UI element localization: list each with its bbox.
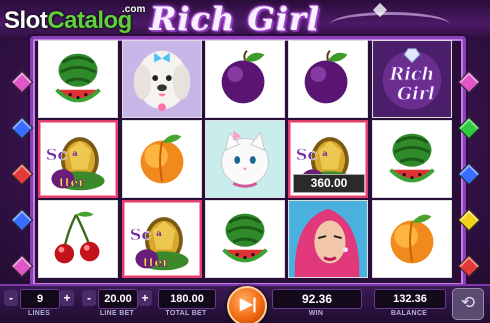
slot-game: SlotCatalog .com Rich Girl Sc a tter Sc …: [0, 0, 490, 323]
total-bet-label: TOTAL BET: [165, 310, 207, 317]
line-bet-panel: - 20.00 + LINE BET: [82, 289, 152, 323]
balance-panel: 132.36 BALANCE: [374, 289, 446, 323]
header: SlotCatalog .com Rich Girl: [0, 0, 490, 40]
svg-text:tter: tter: [143, 255, 169, 270]
line-bet-decrease-button[interactable]: -: [82, 290, 96, 306]
line-bet-value: 20.00: [98, 289, 138, 309]
symbol-cell: [38, 200, 118, 278]
logo-suffix: .com: [122, 4, 146, 15]
reel-1: Sc a tter: [38, 40, 118, 278]
game-title: Rich Girl: [150, 0, 321, 38]
symbol-cell: [372, 200, 452, 278]
line-bet-label: LINE BET: [99, 310, 135, 317]
rich-girl-logo-symbol: Rich Girl: [373, 41, 451, 117]
balance-value: 132.36: [374, 289, 446, 309]
play-skip-icon: ▶|: [240, 296, 257, 313]
peach-symbol: [140, 134, 184, 184]
lines-panel: - 9 + LINES: [4, 289, 74, 323]
plum-symbol: [221, 50, 265, 104]
total-bet-value: 180.00: [158, 289, 216, 309]
peach-symbol: [390, 214, 434, 264]
watermelon-symbol: [55, 53, 101, 103]
balance-label: BALANCE: [390, 310, 428, 317]
lines-value: 9: [20, 289, 60, 309]
rich-girl-symbol: [289, 201, 367, 277]
symbol-cell: [288, 40, 368, 118]
plum-symbol: [304, 50, 348, 104]
lines-label: LINES: [27, 310, 51, 317]
symbol-cell: [205, 200, 285, 278]
total-bet-panel: 180.00 TOTAL BET: [158, 289, 216, 323]
symbol-cell: [122, 40, 202, 118]
symbol-cell: [372, 120, 452, 198]
logo-highlight: Catalog: [47, 7, 132, 34]
reels: Sc a tter Sc a tter Sc a 360.00 Rich Gir…: [38, 40, 452, 278]
symbol-cell: [205, 40, 285, 118]
svg-text:a: a: [322, 149, 328, 159]
symbol-cell: [288, 200, 368, 278]
cat-symbol: [206, 121, 284, 197]
symbol-cell: Sc a tter: [38, 120, 118, 198]
symbol-cell: Sc a tter: [122, 200, 202, 278]
logo-prefix: Slot: [4, 7, 48, 34]
svg-text:Rich: Rich: [389, 65, 435, 85]
win-value: 92.36: [272, 289, 362, 309]
svg-text:tter: tter: [59, 175, 85, 190]
scatter-symbol: Sc a tter: [45, 137, 105, 191]
scatter-symbol: Sc a tter: [129, 217, 189, 271]
symbol-cell: Rich Girl: [372, 40, 452, 118]
win-label: WIN: [308, 310, 324, 317]
cherries-symbol: [54, 211, 100, 264]
svg-text:a: a: [156, 229, 162, 239]
lines-increase-button[interactable]: +: [60, 290, 74, 306]
spin-button[interactable]: ▶|: [227, 286, 267, 323]
site-logo: SlotCatalog: [4, 7, 132, 35]
symbol-cell: Sc a tter360.00: [288, 120, 368, 198]
lines-decrease-button[interactable]: -: [4, 290, 18, 306]
reel-5: Rich Girl: [372, 40, 452, 278]
reel-4: Sc a tter360.00: [288, 40, 368, 278]
symbol-cell: [38, 40, 118, 118]
symbol-cell: [122, 120, 202, 198]
title-swoosh: [330, 12, 450, 37]
svg-text:a: a: [72, 149, 78, 159]
settings-icon: ⟲: [460, 293, 476, 312]
reel-2: Sc a tter: [122, 40, 202, 278]
svg-text:Sc: Sc: [46, 145, 68, 164]
watermelon-symbol: [389, 133, 435, 183]
reel-3: [205, 40, 285, 278]
line-bet-increase-button[interactable]: +: [138, 290, 152, 306]
watermelon-symbol: [222, 213, 268, 263]
symbol-cell: [205, 120, 285, 198]
svg-text:Girl: Girl: [397, 84, 435, 104]
svg-text:Sc: Sc: [130, 225, 152, 244]
dog-symbol: [123, 41, 201, 117]
settings-button[interactable]: ⟲: [452, 288, 484, 320]
svg-text:Sc: Sc: [296, 145, 318, 164]
win-amount-label: 360.00: [293, 174, 365, 193]
win-panel: 92.36 WIN: [272, 289, 362, 323]
